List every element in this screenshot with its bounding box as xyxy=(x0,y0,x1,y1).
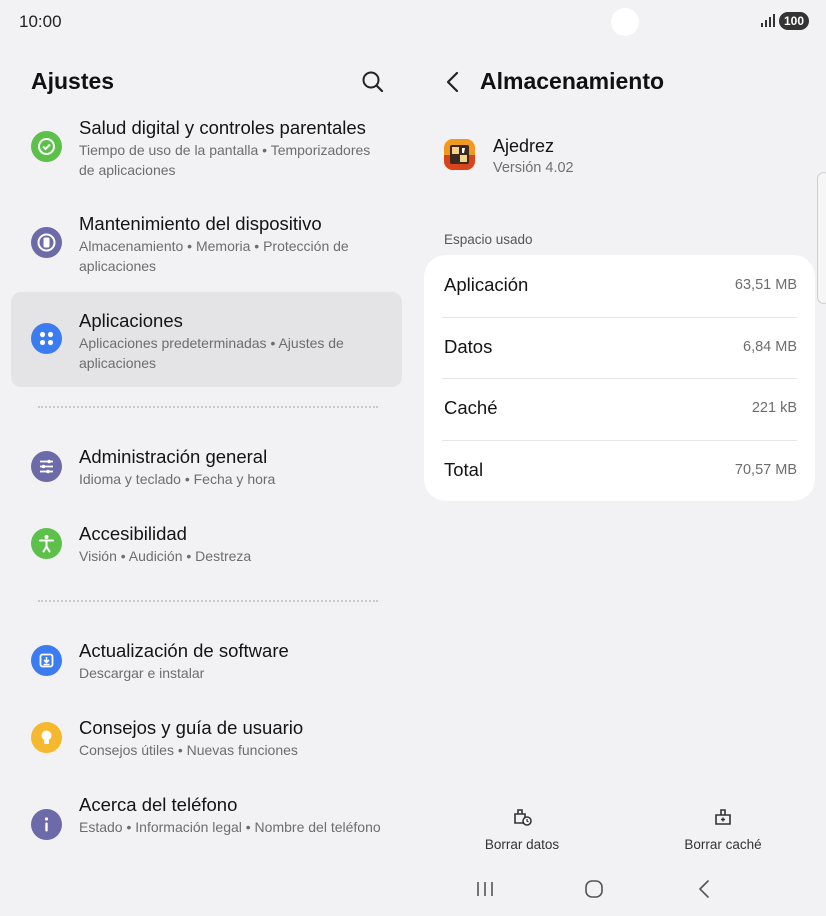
storage-row-data: Datos 6,84 MB xyxy=(444,317,797,379)
menu-item-title: Acerca del teléfono xyxy=(79,794,238,815)
menu-item-tips[interactable]: Consejos y guía de usuario Consejos útil… xyxy=(11,711,402,771)
storage-usage-card: Aplicación 63,51 MB Datos 6,84 MB Caché … xyxy=(424,255,815,501)
menu-item-title: Consejos y guía de usuario xyxy=(79,717,304,738)
sliders-icon xyxy=(31,451,62,482)
storage-title: Almacenamiento xyxy=(480,68,665,94)
clear-data-button[interactable]: Borrar datos xyxy=(462,804,582,852)
battery-icon: 100 xyxy=(779,12,809,30)
software-update-icon xyxy=(31,645,62,676)
menu-item-title: Salud digital y controles parentales xyxy=(79,117,366,138)
menu-item-subtitle: Visión • Audición • Destreza xyxy=(79,548,252,564)
menu-item-accessibility[interactable]: Accesibilidad Visión • Audición • Destre… xyxy=(11,517,402,577)
chess-app-icon xyxy=(444,139,475,170)
menu-item-subtitle: Aplicaciones predeterminadas • Ajustes d… xyxy=(79,335,344,371)
bulb-icon xyxy=(31,722,62,753)
camera-cutout xyxy=(611,8,639,36)
storage-row-label: Total xyxy=(444,459,484,480)
clear-cache-label: Borrar caché xyxy=(684,837,762,852)
menu-item-subtitle: Idioma y teclado • Fecha y hora xyxy=(79,471,276,487)
menu-item-digital-wellbeing[interactable]: Salud digital y controles parentales Tie… xyxy=(11,110,402,192)
device-care-icon xyxy=(31,227,62,258)
divider xyxy=(38,406,378,408)
menu-item-title: Accesibilidad xyxy=(79,523,187,544)
status-bar: 10:00 100 xyxy=(0,0,826,44)
menu-item-general-management[interactable]: Administración general Idioma y teclado … xyxy=(11,440,402,500)
menu-item-subtitle: Almacenamiento • Memoria • Protección de… xyxy=(79,238,349,274)
app-name: Ajedrez xyxy=(493,136,555,156)
clear-data-label: Borrar datos xyxy=(484,837,560,852)
menu-item-subtitle: Tiempo de uso de la pantalla • Temporiza… xyxy=(79,142,371,178)
storage-row-value: 221 kB xyxy=(751,400,797,416)
storage-row-cache: Caché 221 kB xyxy=(444,378,797,440)
menu-item-title: Administración general xyxy=(79,446,268,467)
storage-row-total: Total 70,57 MB xyxy=(444,440,797,502)
storage-row-label: Caché xyxy=(444,397,498,418)
menu-item-apps[interactable]: Aplicaciones Aplicaciones predeterminada… xyxy=(11,292,402,387)
apps-icon xyxy=(31,323,62,354)
signal-icon xyxy=(761,14,775,27)
storage-row-value: 6,84 MB xyxy=(743,339,797,355)
scroll-handle[interactable] xyxy=(817,172,826,304)
clear-data-icon xyxy=(514,809,532,826)
accessibility-icon xyxy=(31,528,62,559)
menu-item-subtitle: Descargar e instalar xyxy=(79,665,205,681)
menu-item-title: Aplicaciones xyxy=(79,310,183,331)
menu-item-subtitle: Estado • Información legal • Nombre del … xyxy=(79,819,381,835)
storage-row-value: 70,57 MB xyxy=(734,462,797,478)
section-label: Espacio usado xyxy=(444,232,533,247)
storage-row-label: Aplicación xyxy=(444,274,529,295)
info-icon xyxy=(31,809,62,840)
menu-item-title: Actualización de software xyxy=(79,640,289,661)
app-version: Versión 4.02 xyxy=(493,160,574,176)
menu-item-software-update[interactable]: Actualización de software Descargar e in… xyxy=(11,634,402,694)
digital-wellbeing-icon xyxy=(31,131,62,162)
status-time: 10:00 xyxy=(19,12,62,31)
search-icon[interactable] xyxy=(360,69,386,95)
clear-cache-button[interactable]: Borrar caché xyxy=(663,804,783,852)
nav-back-icon[interactable] xyxy=(694,877,716,901)
clear-cache-icon xyxy=(715,809,731,825)
menu-item-title: Mantenimiento del dispositivo xyxy=(79,213,322,234)
menu-item-subtitle: Consejos útiles • Nuevas funciones xyxy=(79,742,298,758)
storage-row-label: Datos xyxy=(444,336,493,357)
page-title: Ajustes xyxy=(31,68,115,94)
storage-row-value: 63,51 MB xyxy=(734,277,797,293)
menu-item-device-care[interactable]: Mantenimiento del dispositivo Almacenami… xyxy=(11,206,402,288)
storage-row-app: Aplicación 63,51 MB xyxy=(444,255,797,317)
menu-item-about-phone[interactable]: Acerca del teléfono Estado • Información… xyxy=(11,788,402,863)
home-icon[interactable] xyxy=(583,878,605,900)
divider xyxy=(38,600,378,602)
recent-apps-icon[interactable] xyxy=(474,879,496,899)
back-arrow-icon[interactable] xyxy=(440,68,466,96)
